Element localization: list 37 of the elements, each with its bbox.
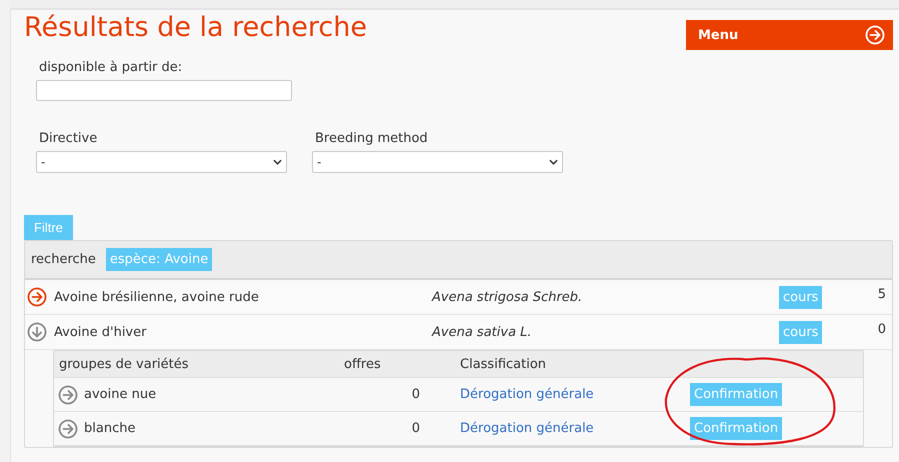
column-header: groupes de variétés — [58, 356, 190, 372]
group-name: blanche — [84, 421, 136, 436]
date-input-field[interactable] — [36, 80, 292, 101]
species-filter-tag[interactable]: espèce: Avoine — [106, 248, 212, 271]
status-tag[interactable]: Confirmation — [690, 417, 782, 440]
field-label: disponible à partir de: — [39, 60, 184, 75]
arrow-right-circle-icon[interactable] — [58, 384, 78, 404]
arrow-circle-icon — [865, 25, 885, 45]
arrow-right-circle-icon[interactable] — [58, 418, 78, 438]
course-tag[interactable]: cours — [779, 286, 822, 308]
field-label: Directive — [39, 131, 98, 146]
classification-link[interactable]: Dérogation générale — [460, 387, 594, 402]
search-label: recherche — [31, 252, 96, 267]
dropdown-select[interactable]: - — [312, 151, 563, 173]
chevron-down-icon — [549, 159, 558, 165]
page-title: Résultats de la recherche — [24, 12, 367, 43]
classification-link[interactable]: Dérogation générale — [460, 421, 594, 436]
latin-name: Avena sativa L. — [432, 324, 533, 340]
offer-count: 5 — [878, 287, 886, 302]
column-header: offres — [344, 356, 382, 372]
menu-button[interactable]: Menu — [686, 20, 893, 50]
arrow-right-circle-icon[interactable] — [27, 287, 47, 307]
status-tag[interactable]: Confirmation — [690, 383, 782, 406]
offer-count: 0 — [878, 322, 886, 337]
species-name: Avoine d'hiver — [54, 324, 148, 340]
species-name: Avoine brésilienne, avoine rude — [54, 290, 260, 304]
field-label: Breeding method — [315, 131, 429, 146]
latin-name: Avena strigosa Schreb. — [432, 290, 584, 304]
dropdown-select[interactable]: - — [36, 151, 287, 173]
arrow-down-circle-icon[interactable] — [27, 322, 47, 342]
table-cell-text: 0 — [410, 387, 420, 402]
chevron-down-icon — [273, 159, 282, 165]
filter-tab[interactable]: Filtre — [24, 215, 73, 240]
column-header: Classification — [459, 356, 548, 372]
course-tag[interactable]: cours — [779, 320, 822, 344]
group-name: avoine nue — [84, 387, 156, 402]
table-cell-text: 0 — [410, 421, 420, 436]
